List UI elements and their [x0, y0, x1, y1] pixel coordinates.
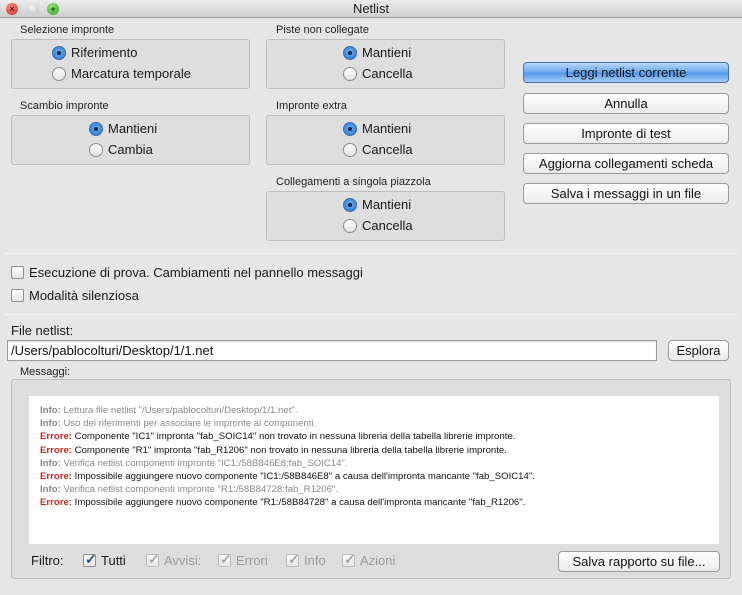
filter-actions-checkbox[interactable]: Azioni — [342, 551, 396, 568]
filter-label: Filtro: — [31, 553, 64, 568]
checkbox-icon — [11, 266, 24, 279]
footprint-swap-label: Scambio impronte — [20, 100, 109, 112]
messages-list[interactable]: Info: Lettura file netlist "/Users/pablo… — [29, 396, 719, 544]
checkbox-checked-icon — [146, 551, 160, 568]
filter-actions-label: Azioni — [360, 553, 396, 568]
footprint-swap-option-change[interactable]: Cambia — [89, 142, 153, 157]
save-messages-button[interactable]: Salva i messaggi in un file — [523, 183, 729, 204]
extra-footprints-option-delete[interactable]: Cancella — [343, 142, 413, 157]
option-label: Mantieni — [362, 197, 412, 212]
option-label: Cancella — [362, 218, 413, 233]
message-line: Info: Uso dei riferimenti per associare … — [40, 418, 317, 430]
option-label: Cancella — [362, 142, 413, 157]
filter-info-checkbox[interactable]: Info — [286, 551, 326, 568]
radio-unselected-icon — [343, 218, 357, 233]
unconnected-tracks-label: Piste non collegate — [276, 24, 369, 36]
footprint-swap-option-keep[interactable]: Mantieni — [89, 121, 157, 136]
message-line: Errore: Componente "R1" impronta "fab_R1… — [40, 444, 507, 456]
browse-button[interactable]: Esplora — [668, 340, 729, 361]
radio-selected-icon — [343, 121, 357, 136]
single-pad-nets-label: Collegamenti a singola piazzola — [276, 176, 431, 188]
radio-unselected-icon — [52, 66, 66, 81]
filter-errors-checkbox[interactable]: Errori — [218, 551, 268, 568]
silent-mode-checkbox[interactable]: Modalità silenziosa — [11, 288, 139, 303]
message-line: Errore: Componente "IC1" impronta "fab_S… — [40, 431, 516, 443]
option-label: Mantieni — [108, 121, 158, 136]
radio-selected-icon — [343, 45, 357, 60]
read-netlist-button[interactable]: Leggi netlist corrente — [523, 62, 729, 83]
option-label: Cancella — [362, 66, 413, 81]
footprint-selection-label: Selezione impronte — [20, 24, 115, 36]
message-line: Info: Lettura file netlist "/Users/pablo… — [40, 405, 298, 416]
filter-all-label: Tutti — [101, 553, 126, 568]
filter-warnings-checkbox[interactable]: Avvisi: — [146, 551, 202, 568]
messages-label: Messaggi: — [20, 366, 71, 378]
netlist-file-input[interactable]: /Users/pablocolturi/Desktop/1/1.net — [7, 340, 657, 361]
silent-mode-label: Modalità silenziosa — [29, 288, 139, 303]
checkbox-checked-icon — [83, 551, 97, 568]
netlist-file-label: File netlist: — [11, 323, 74, 338]
separator — [4, 253, 738, 254]
test-footprints-button[interactable]: Impronte di test — [523, 123, 729, 144]
radio-unselected-icon — [343, 142, 357, 157]
filter-errors-label: Errori — [236, 553, 268, 568]
title-bar: × + Netlist — [0, 0, 742, 18]
footprint-selection-option-timestamp[interactable]: Marcatura temporale — [52, 66, 191, 81]
radio-unselected-icon — [343, 66, 357, 81]
message-line: Info: Verifica netlist componenti impron… — [40, 457, 348, 469]
checkbox-checked-icon — [342, 551, 356, 568]
message-line: Info: Verifica netlist componenti impron… — [40, 484, 338, 496]
radio-unselected-icon — [89, 142, 103, 157]
extra-footprints-label: Impronte extra — [276, 100, 347, 112]
window-title: Netlist — [352, 1, 390, 16]
single-pad-nets-option-delete[interactable]: Cancella — [343, 218, 413, 233]
save-report-button[interactable]: Salva rapporto su file... — [558, 551, 720, 572]
filter-warnings-label: Avvisi: — [164, 553, 202, 568]
radio-selected-icon — [343, 197, 357, 212]
radio-selected-icon — [89, 121, 103, 136]
option-label: Cambia — [108, 142, 153, 157]
dry-run-checkbox[interactable]: Esecuzione di prova. Cambiamenti nel pan… — [11, 265, 363, 280]
checkbox-checked-icon — [218, 551, 232, 568]
filter-info-label: Info — [304, 553, 326, 568]
option-label: Riferimento — [71, 45, 138, 60]
separator — [4, 314, 738, 315]
cancel-button[interactable]: Annulla — [523, 93, 729, 114]
update-board-button[interactable]: Aggiorna collegamenti scheda — [523, 153, 729, 174]
radio-selected-icon — [52, 45, 66, 60]
message-line: Errore: Impossibile aggiungere nuovo com… — [40, 471, 535, 483]
single-pad-nets-option-keep[interactable]: Mantieni — [343, 197, 411, 212]
unconnected-tracks-option-keep[interactable]: Mantieni — [343, 45, 411, 60]
message-line: Errore: Impossibile aggiungere nuovo com… — [40, 497, 526, 509]
option-label: Marcatura temporale — [71, 66, 191, 81]
checkbox-icon — [11, 289, 24, 302]
footprint-selection-option-reference[interactable]: Riferimento — [52, 45, 137, 60]
dry-run-label: Esecuzione di prova. Cambiamenti nel pan… — [29, 265, 363, 280]
extra-footprints-option-keep[interactable]: Mantieni — [343, 121, 411, 136]
filter-all-checkbox[interactable]: Tutti — [83, 551, 126, 568]
option-label: Mantieni — [362, 45, 412, 60]
unconnected-tracks-option-delete[interactable]: Cancella — [343, 66, 413, 81]
option-label: Mantieni — [362, 121, 412, 136]
checkbox-checked-icon — [286, 551, 300, 568]
